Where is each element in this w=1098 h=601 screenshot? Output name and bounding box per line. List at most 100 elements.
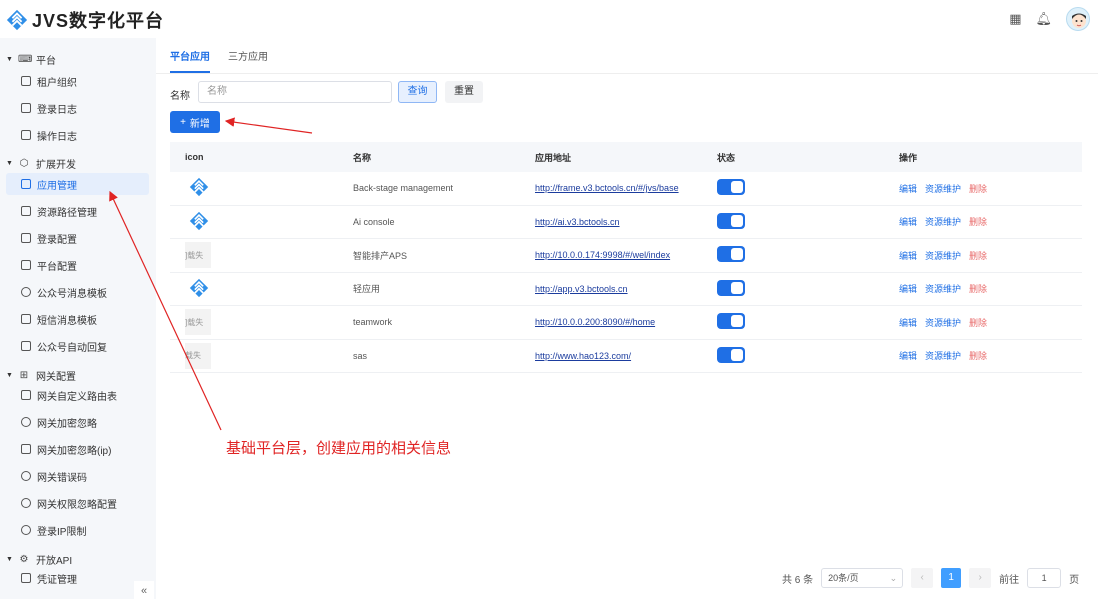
add-button-label: 新增	[189, 118, 210, 130]
status-cell	[717, 313, 899, 331]
avatar[interactable]	[1066, 7, 1090, 31]
prev-page-button[interactable]: ‹	[911, 568, 934, 588]
actions-cell: 编辑 资源维护 删除	[899, 215, 1082, 228]
sidebar-group-gateway[interactable]: ▼ ⊞ 网关配置	[6, 368, 76, 383]
bell-icon[interactable]: 🔔︎	[1035, 11, 1052, 27]
next-page-button[interactable]: ›	[969, 568, 992, 588]
app-url-link[interactable]: http://ai.v3.bctools.cn	[535, 217, 620, 227]
table-row: 轻应用 http://app.v3.bctools.cn 编辑 资源维护 删除	[170, 273, 1082, 306]
log-icon	[21, 130, 31, 140]
config-icon	[21, 260, 31, 270]
delete-button[interactable]: 删除	[969, 284, 987, 294]
credential-icon	[21, 573, 31, 583]
reply-icon	[21, 341, 31, 351]
sidebar-item-tenant[interactable]: 租户组织	[6, 70, 149, 92]
sidebar-item-sms-template[interactable]: 短信消息模板	[6, 308, 149, 330]
app-url-link[interactable]: http://10.0.0.174:9998/#/wel/index	[535, 250, 670, 260]
sidebar-item-login-ip-limit[interactable]: 登录IP限制	[6, 519, 149, 541]
tab-bar: 平台应用 三方应用	[170, 48, 268, 73]
sidebar-item-app-management[interactable]: 应用管理	[6, 173, 149, 195]
edit-button[interactable]: 编辑	[899, 251, 917, 261]
app-logo[interactable]: JVS数字化平台	[6, 7, 164, 33]
name-filter-label: 名称	[170, 91, 190, 102]
app-url-link[interactable]: http://10.0.0.200:8090/#/home	[535, 317, 655, 327]
goto-page-input[interactable]: 1	[1027, 568, 1062, 588]
app-url-link[interactable]: http://app.v3.bctools.cn	[535, 284, 628, 294]
sidebar-collapse-button[interactable]: «	[134, 581, 154, 601]
tab-platform-apps[interactable]: 平台应用	[170, 48, 210, 73]
status-toggle[interactable]	[717, 179, 745, 196]
table-header: icon 名称 应用地址 状态 操作	[170, 142, 1082, 172]
status-toggle[interactable]	[717, 246, 745, 263]
keyboard-icon: ⌨	[18, 54, 33, 65]
table-row: Ai console http://ai.v3.bctools.cn 编辑 资源维护删…	[170, 206, 1082, 239]
name-cell: 智能排产APS	[353, 250, 408, 261]
page-size-select[interactable]: 20条/页 ⌄	[821, 568, 904, 588]
name-filter-input[interactable]: 名称	[198, 81, 392, 103]
sidebar-item-label: 资源路径管理	[37, 207, 97, 219]
add-button[interactable]: + 新增	[170, 111, 220, 133]
tab-third-party-apps[interactable]: 三方应用	[228, 48, 268, 73]
sidebar-item-label: 登录配置	[37, 234, 77, 246]
sidebar-item-label: 网关错误码	[37, 472, 87, 484]
resource-maintain-button[interactable]: 资源维护	[925, 251, 961, 261]
resource-maintain-button[interactable]: 资源维护	[925, 217, 961, 227]
broken-image-icon: 载失	[185, 342, 211, 369]
sidebar-item-gateway-permission-ignore[interactable]: 网关权限忽略配置	[6, 492, 149, 514]
delete-button[interactable]: 删除	[969, 217, 987, 227]
sidebar-group-open-api[interactable]: ▼ ⚙ 开放API	[6, 552, 72, 567]
app-logo-icon	[189, 278, 209, 300]
grid-icon[interactable]: ▦	[1009, 11, 1021, 27]
caret-down-icon: ▼	[6, 160, 13, 167]
status-toggle[interactable]	[717, 279, 745, 296]
icon-cell	[170, 177, 353, 199]
sidebar-item-wechat-template[interactable]: 公众号消息模板	[6, 281, 149, 303]
sidebar-group-platform[interactable]: ▼ ⌨ 平台	[6, 52, 56, 67]
actions-cell: 编辑 资源维护 删除	[899, 182, 1082, 195]
actions-cell: 编辑 资源维护 删除	[899, 316, 1082, 329]
query-button[interactable]: 查询	[398, 81, 437, 103]
sidebar-item-login-config[interactable]: 登录配置	[6, 227, 149, 249]
icon-cell: 载失	[170, 342, 353, 369]
app-url-link[interactable]: http://frame.v3.bctools.cn/#/jvs/base	[535, 183, 679, 193]
edit-button[interactable]: 编辑	[899, 184, 917, 194]
reset-button[interactable]: 重置	[445, 81, 483, 103]
status-cell	[717, 179, 899, 197]
current-page-button[interactable]: 1	[941, 568, 962, 588]
sidebar-item-operation-log[interactable]: 操作日志	[6, 124, 149, 146]
app-url-link[interactable]: http://www.hao123.com/	[535, 351, 631, 361]
delete-button[interactable]: 删除	[969, 318, 987, 328]
edit-button[interactable]: 编辑	[899, 284, 917, 294]
delete-button[interactable]: 删除	[969, 351, 987, 361]
resource-maintain-button[interactable]: 资源维护	[925, 184, 961, 194]
plus-icon: +	[180, 116, 186, 128]
main-content: 平台应用 三方应用 名称 名称 查询 重置 + 新增 icon 名称 应用地址 …	[156, 38, 1098, 599]
edit-button[interactable]: 编辑	[899, 217, 917, 227]
status-toggle[interactable]	[717, 346, 745, 363]
sidebar-item-gateway-encrypt-ignore[interactable]: 网关加密忽略	[6, 411, 149, 433]
apps-table: icon 名称 应用地址 状态 操作 Back-stage management…	[170, 142, 1082, 373]
delete-button[interactable]: 删除	[969, 184, 987, 194]
name-cell: Back-stage management	[353, 183, 454, 194]
sidebar: ▼ ⌨ 平台 租户组织 登录日志 操作日志 ▼ ⬡ 扩展开发 应用管理 资源路径…	[0, 38, 156, 601]
edit-button[interactable]: 编辑	[899, 351, 917, 361]
resource-maintain-button[interactable]: 资源维护	[925, 284, 961, 294]
sidebar-item-gateway-error-code[interactable]: 网关错误码	[6, 465, 149, 487]
resource-maintain-button[interactable]: 资源维护	[925, 318, 961, 328]
sidebar-item-credential[interactable]: 凭证管理	[6, 567, 149, 589]
status-toggle[interactable]	[717, 313, 745, 330]
sidebar-item-login-log[interactable]: 登录日志	[6, 97, 149, 119]
sidebar-item-auto-reply[interactable]: 公众号自动回复	[6, 335, 149, 357]
sidebar-group-extension[interactable]: ▼ ⬡ 扩展开发	[6, 156, 76, 171]
sidebar-item-gateway-encrypt-ignore-ip[interactable]: 网关加密忽略(ip)	[6, 438, 149, 460]
sidebar-item-label: 网关自定义路由表	[37, 391, 117, 403]
edit-button[interactable]: 编辑	[899, 318, 917, 328]
delete-button[interactable]: 删除	[969, 251, 987, 261]
resource-maintain-button[interactable]: 资源维护	[925, 351, 961, 361]
actions-cell: 编辑 资源维护 删除	[899, 349, 1082, 362]
sidebar-item-resource-path[interactable]: 资源路径管理	[6, 200, 149, 222]
status-toggle[interactable]	[717, 212, 745, 229]
sidebar-item-platform-config[interactable]: 平台配置	[6, 254, 149, 276]
top-header: JVS数字化平台 ▦ 🔔︎	[0, 0, 1098, 38]
sidebar-item-gateway-routes[interactable]: 网关自定义路由表	[6, 384, 149, 406]
